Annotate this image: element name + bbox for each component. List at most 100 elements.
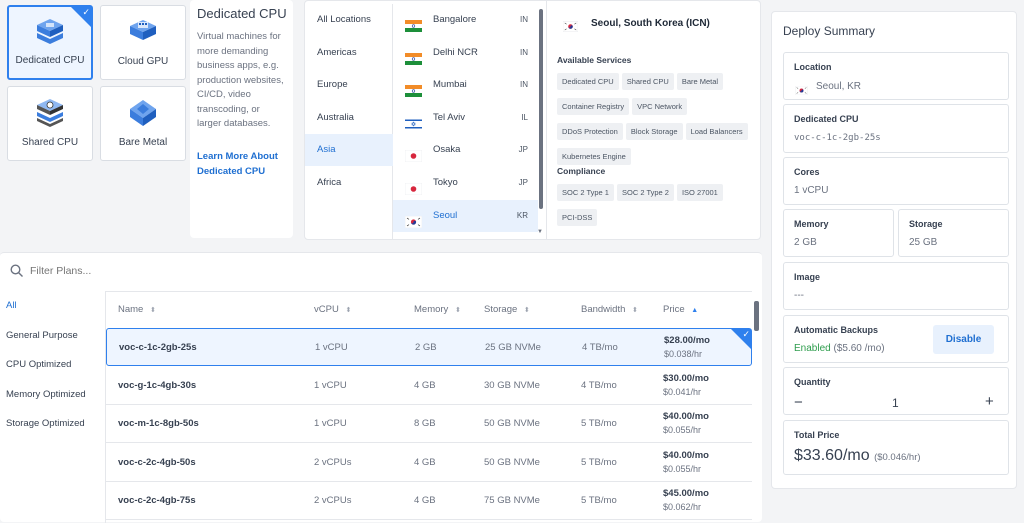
column-header-bandwidth[interactable]: Bandwidth ⬍ [581, 292, 638, 329]
plan-storage: 50 GB NVMe [484, 418, 540, 429]
category-memory-optimized[interactable]: Memory Optimized [0, 380, 106, 410]
city-bangalore[interactable]: Bangalore IN [393, 4, 538, 36]
category-storage-optimized[interactable]: Storage Optimized [0, 409, 106, 439]
filter-plans-input[interactable] [30, 261, 330, 281]
cores-label: Cores [794, 167, 820, 177]
sort-icon: ⬍ [345, 307, 352, 314]
column-header-price[interactable]: Price ▲ [663, 292, 698, 329]
city-name: Osaka [433, 144, 461, 156]
quantity-decrement-button[interactable]: − [794, 394, 803, 411]
image-label: Image [794, 272, 821, 282]
description-line: larger databases. [197, 118, 271, 129]
storage-label: Storage [909, 219, 943, 229]
plans-scrollbar[interactable] [754, 301, 759, 331]
plan-memory: 4 GB [414, 379, 436, 391]
plan-hourly-price: $0.055/hr [663, 463, 702, 474]
column-header-label: Bandwidth [581, 304, 626, 315]
backups-label: Automatic Backups [794, 325, 879, 335]
plan-row[interactable]: voc-c-2c-4gb-50s 2 vCPUs 4 GB 50 GB NVMe… [106, 444, 752, 482]
column-header-label: Name [118, 304, 144, 315]
type-card-shared[interactable]: Shared CPU [7, 86, 93, 161]
region-australia[interactable]: Australia [305, 102, 393, 134]
check-icon: ✓ [742, 329, 750, 339]
plan-row[interactable]: voc-g-1c-4gb-30s 1 vCPU 4 GB 30 GB NVMe … [106, 367, 752, 405]
compliance-heading: Compliance [557, 166, 606, 176]
plan-storage: 30 GB NVMe [484, 379, 540, 391]
dedicated-icon [34, 17, 66, 52]
plan-row[interactable]: voc-c-1c-2gb-25s 1 vCPU 2 GB 25 GB NVMe … [106, 328, 752, 366]
service-tag: Dedicated CPU [557, 73, 619, 90]
type-card-label: Bare Metal [118, 137, 168, 148]
column-header-label: Storage [484, 304, 518, 315]
check-icon: ✓ [82, 7, 90, 17]
type-card-cloudgpu[interactable]: Cloud GPU [100, 5, 186, 80]
plan-name: voc-c-1c-2gb-25s [119, 342, 197, 353]
in-flag-icon [405, 79, 422, 98]
kr-flag-icon [562, 19, 579, 33]
type-card-baremetal[interactable]: Bare Metal [100, 86, 186, 161]
shared-icon [34, 97, 66, 132]
location-value: Seoul, KR [816, 81, 862, 92]
category-general-purpose[interactable]: General Purpose [0, 321, 106, 351]
plan-value: voc-c-1c-2gb-25s [794, 133, 881, 143]
scroll-down-arrow-icon[interactable]: ▼ [537, 229, 543, 235]
city-tel-aviv[interactable]: Tel Aviv IL [393, 102, 538, 134]
plan-memory: 4 GB [414, 456, 436, 468]
region-all-locations[interactable]: All Locations [305, 4, 393, 36]
service-tag: Block Storage [625, 123, 683, 140]
plan-memory: 4 GB [414, 495, 436, 506]
city-tokyo[interactable]: Tokyo JP [393, 167, 538, 199]
quantity-increment-button[interactable]: + [985, 393, 994, 410]
total-value: $33.60/mo [794, 447, 870, 464]
city-seoul[interactable]: Seoul KR [393, 199, 538, 232]
description-line: transcoding, or [197, 103, 260, 115]
backups-price: ($5.60 /mo) [833, 343, 885, 354]
region-africa[interactable]: Africa [305, 167, 393, 199]
city-delhi-ncr[interactable]: Delhi NCR IN [393, 37, 538, 69]
description-line: CI/CD, video [197, 89, 251, 100]
disable-backups-button[interactable]: Disable [933, 325, 994, 354]
city-list-scrollbar[interactable] [539, 9, 543, 209]
image-value: --- [794, 290, 804, 301]
plan-bandwidth: 4 TB/mo [581, 379, 617, 391]
type-card-dedicated[interactable]: Dedicated CPU ✓ [7, 5, 93, 80]
country-code: IN [520, 80, 528, 90]
in-flag-icon [405, 14, 422, 32]
kr-flag-icon [794, 82, 809, 96]
compliance-tag: ISO 27001 [676, 184, 723, 201]
city-mumbai[interactable]: Mumbai IN [393, 69, 538, 101]
region-asia[interactable]: Asia [305, 134, 393, 167]
compliance-tag: SOC 2 Type 1 [557, 184, 614, 201]
column-header-name[interactable]: Name ⬍ [118, 292, 156, 329]
plan-vcpu: 1 vCPU [314, 418, 347, 429]
region-europe[interactable]: Europe [305, 69, 393, 101]
column-header-storage[interactable]: Storage ⬍ [484, 292, 530, 329]
plan-description-panel: Dedicated CPU Virtual machines for more d… [190, 0, 293, 238]
region-americas[interactable]: Americas [305, 37, 393, 69]
quantity-value[interactable]: 1 [892, 396, 899, 410]
category-all[interactable]: All [0, 291, 106, 321]
summary-memory: Memory 2 GB [783, 209, 894, 257]
plan-row[interactable]: voc-m-1c-8gb-50s 1 vCPU 8 GB 50 GB NVMe … [106, 405, 752, 443]
country-code: KR [516, 210, 528, 220]
plan-row[interactable]: voc-c-2c-4gb-75s 2 vCPUs 4 GB 75 GB NVMe… [106, 482, 752, 520]
country-code: IN [520, 47, 528, 57]
service-tag: Shared CPU [621, 73, 674, 90]
plan-hourly-price: $0.038/hr [664, 349, 703, 359]
plan-name: voc-m-1c-8gb-50s [118, 418, 199, 429]
summary-image: Image --- [783, 262, 1009, 310]
summary-plan: Dedicated CPU voc-c-1c-2gb-25s [783, 104, 1009, 153]
city-name: Mumbai [433, 79, 467, 91]
learn-more-link[interactable]: Learn More About Dedicated CPU [197, 149, 278, 179]
column-header-vcpu[interactable]: vCPU ⬍ [314, 292, 351, 329]
column-header-label: Memory [414, 304, 449, 315]
country-code: JP [518, 145, 528, 155]
category-cpu-optimized[interactable]: CPU Optimized [0, 350, 106, 380]
column-header-memory[interactable]: Memory ⬍ [414, 292, 461, 329]
service-tag: DDoS Protection [557, 123, 623, 140]
in-flag-icon [405, 47, 422, 65]
plan-name: voc-c-2c-4gb-75s [118, 495, 196, 506]
city-osaka[interactable]: Osaka JP [393, 134, 538, 166]
plan-storage: 75 GB NVMe [484, 495, 540, 506]
summary-quantity: Quantity − 1 + [783, 367, 1009, 415]
